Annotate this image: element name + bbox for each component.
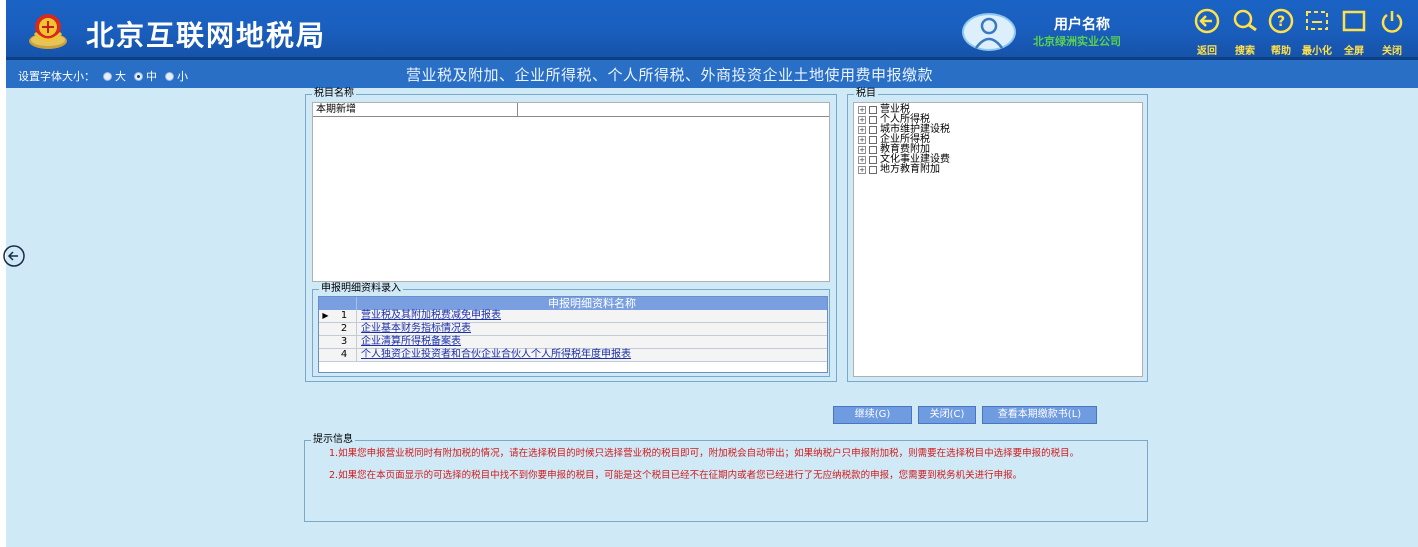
user-name-label: 用户名称 (1054, 17, 1110, 33)
tax-item-fieldset: 税目 + 营业税 + 个人所得税 + 城市维护建设税 + 企业所得税 + 教育费… (847, 88, 1148, 382)
tree-checkbox[interactable] (869, 156, 877, 164)
row-number: 4 (332, 349, 357, 361)
app-window: 北京互联网地税局 用户名称 北京绿洲实业公司 返回 搜索 ? 帮助 最小化 全屏 (3, 0, 1418, 547)
company-name: 北京绿洲实业公司 (1033, 35, 1121, 48)
power-icon (1381, 11, 1403, 33)
minimize-icon (1306, 11, 1328, 30)
help-label: 帮助 (1271, 46, 1291, 57)
search-icon (1233, 9, 1257, 32)
tax-item-legend: 税目 (854, 88, 878, 100)
expand-plus-icon[interactable]: + (858, 126, 866, 134)
expand-plus-icon[interactable]: + (858, 116, 866, 124)
help-icon: ? (1268, 8, 1294, 34)
tax-name-fieldset: 税目名称 本期新增 申报明细资料录入 申报明细资料名称 ▶ 1 营业税及其附加税… (305, 88, 837, 382)
row-number: 2 (332, 323, 357, 335)
minimize-label: 最小化 (1302, 46, 1332, 57)
close-label: 关闭 (1382, 46, 1402, 57)
header-blank-cell (319, 297, 357, 310)
table-row[interactable]: 2 企业基本财务指标情况表 (319, 323, 827, 336)
row-number: 3 (332, 336, 357, 348)
tree-checkbox[interactable] (869, 136, 877, 144)
expand-plus-icon[interactable]: + (858, 136, 866, 144)
tax-item-tree: + 营业税 + 个人所得税 + 城市维护建设税 + 企业所得税 + 教育费附加 … (853, 102, 1143, 377)
expand-plus-icon[interactable]: + (858, 156, 866, 164)
tax-emblem-logo (29, 14, 67, 49)
continue-button[interactable]: 继续(G) (833, 406, 912, 424)
detail-link[interactable]: 企业基本财务指标情况表 (361, 323, 471, 335)
detail-legend: 申报明细资料录入 (319, 283, 403, 295)
row-selector (319, 336, 332, 348)
font-size-label: 设置字体大小： (18, 70, 95, 83)
back-arrow-icon (1194, 8, 1220, 34)
help-button[interactable]: ? 帮助 (1261, 8, 1301, 57)
back-label: 返回 (1197, 46, 1217, 57)
expand-plus-icon[interactable]: + (858, 146, 866, 154)
tax-name-grid[interactable]: 本期新增 (312, 102, 830, 282)
site-title: 北京互联网地税局 (86, 19, 327, 52)
hint-text-2: 2.如果您在本页面显示的可选择的税目中找不到你要申报的税目，可能是这个税目已经不… (329, 470, 1023, 481)
back-button[interactable]: 返回 (1187, 8, 1227, 57)
expand-plus-icon[interactable]: + (858, 166, 866, 174)
detail-fieldset: 申报明细资料录入 申报明细资料名称 ▶ 1 营业税及其附加税费减免申报表 2 企… (312, 283, 830, 377)
detail-link[interactable]: 个人独资企业投资者和合伙企业合伙人个人所得税年度申报表 (361, 349, 631, 361)
hint-body: 1.如果您申报营业税同时有附加税的情况，请在选择税目的时候只选择营业税的税目即可… (329, 448, 1137, 492)
tree-checkbox[interactable] (869, 166, 877, 174)
header-bar: 北京互联网地税局 用户名称 北京绿洲实业公司 返回 搜索 ? 帮助 最小化 全屏 (6, 0, 1418, 60)
tree-checkbox[interactable] (869, 106, 877, 114)
tree-checkbox[interactable] (869, 146, 877, 154)
user-avatar-icon (962, 13, 1016, 51)
tax-name-grid-header: 本期新增 (313, 103, 829, 117)
tax-name-legend: 税目名称 (312, 88, 356, 100)
table-row[interactable]: 4 个人独资企业投资者和合伙企业合伙人个人所得税年度申报表 (319, 349, 827, 362)
row-selector (319, 349, 332, 361)
radio-circle-icon (165, 71, 174, 81)
tree-item[interactable]: + 地方教育附加 (858, 165, 1142, 175)
font-size-medium-radio[interactable]: 中 (134, 68, 157, 84)
radio-circle-icon (103, 71, 112, 81)
hint-legend: 提示信息 (311, 434, 355, 446)
font-size-large-label: 大 (115, 70, 126, 83)
table-row[interactable]: ▶ 1 营业税及其附加税费减免申报表 (319, 310, 827, 323)
font-size-medium-label: 中 (146, 70, 157, 83)
close-window-button[interactable]: 关闭 (1372, 8, 1412, 57)
hint-text-1: 1.如果您申报营业税同时有附加税的情况，请在选择税目的时候只选择营业税的税目即可… (329, 448, 1080, 459)
close-button[interactable]: 关闭(C) (918, 406, 976, 424)
hint-fieldset: 提示信息 1.如果您申报营业税同时有附加税的情况，请在选择税目的时候只选择营业税… (304, 434, 1148, 522)
row-selector (319, 323, 332, 335)
detail-table-header: 申报明细资料名称 (319, 297, 827, 310)
column-header-new[interactable]: 本期新增 (313, 103, 518, 117)
detail-table: 申报明细资料名称 ▶ 1 营业税及其附加税费减免申报表 2 企业基本财务指标情况… (318, 296, 828, 373)
radio-checked-icon (134, 71, 143, 81)
table-row[interactable]: 3 企业清算所得税备案表 (319, 336, 827, 349)
font-size-small-label: 小 (177, 70, 188, 83)
font-size-small-radio[interactable]: 小 (165, 68, 188, 84)
view-payment-button[interactable]: 查看本期缴款书(L) (982, 406, 1097, 424)
row-number: 1 (332, 310, 357, 322)
detail-link[interactable]: 企业清算所得税备案表 (361, 336, 461, 348)
search-label: 搜索 (1235, 46, 1255, 57)
fullscreen-icon (1342, 10, 1366, 32)
tree-item-label: 地方教育附加 (880, 164, 940, 175)
detail-link[interactable]: 营业税及其附加税费减免申报表 (361, 310, 501, 322)
font-size-setting: 设置字体大小： 大 中 小 (18, 68, 188, 84)
svg-text:?: ? (1277, 14, 1285, 30)
page-title: 营业税及附加、企业所得税、个人所得税、外商投资企业土地使用费申报缴款 (406, 66, 934, 84)
minimize-button[interactable]: 最小化 (1297, 8, 1337, 57)
fullscreen-label: 全屏 (1344, 46, 1364, 57)
expand-plus-icon[interactable]: + (858, 106, 866, 114)
font-size-large-radio[interactable]: 大 (103, 68, 126, 84)
row-pointer-icon: ▶ (322, 311, 329, 320)
search-button[interactable]: 搜索 (1225, 8, 1265, 57)
detail-column-header: 申报明细资料名称 (548, 297, 636, 310)
collapse-arrow-icon[interactable] (2, 244, 26, 268)
tree-checkbox[interactable] (869, 116, 877, 124)
tree-checkbox[interactable] (869, 126, 877, 134)
fullscreen-button[interactable]: 全屏 (1334, 8, 1374, 57)
title-bar: 设置字体大小： 大 中 小 营业税及附加、企业所得税、个人所得税、外商投资企业土… (6, 60, 1418, 88)
